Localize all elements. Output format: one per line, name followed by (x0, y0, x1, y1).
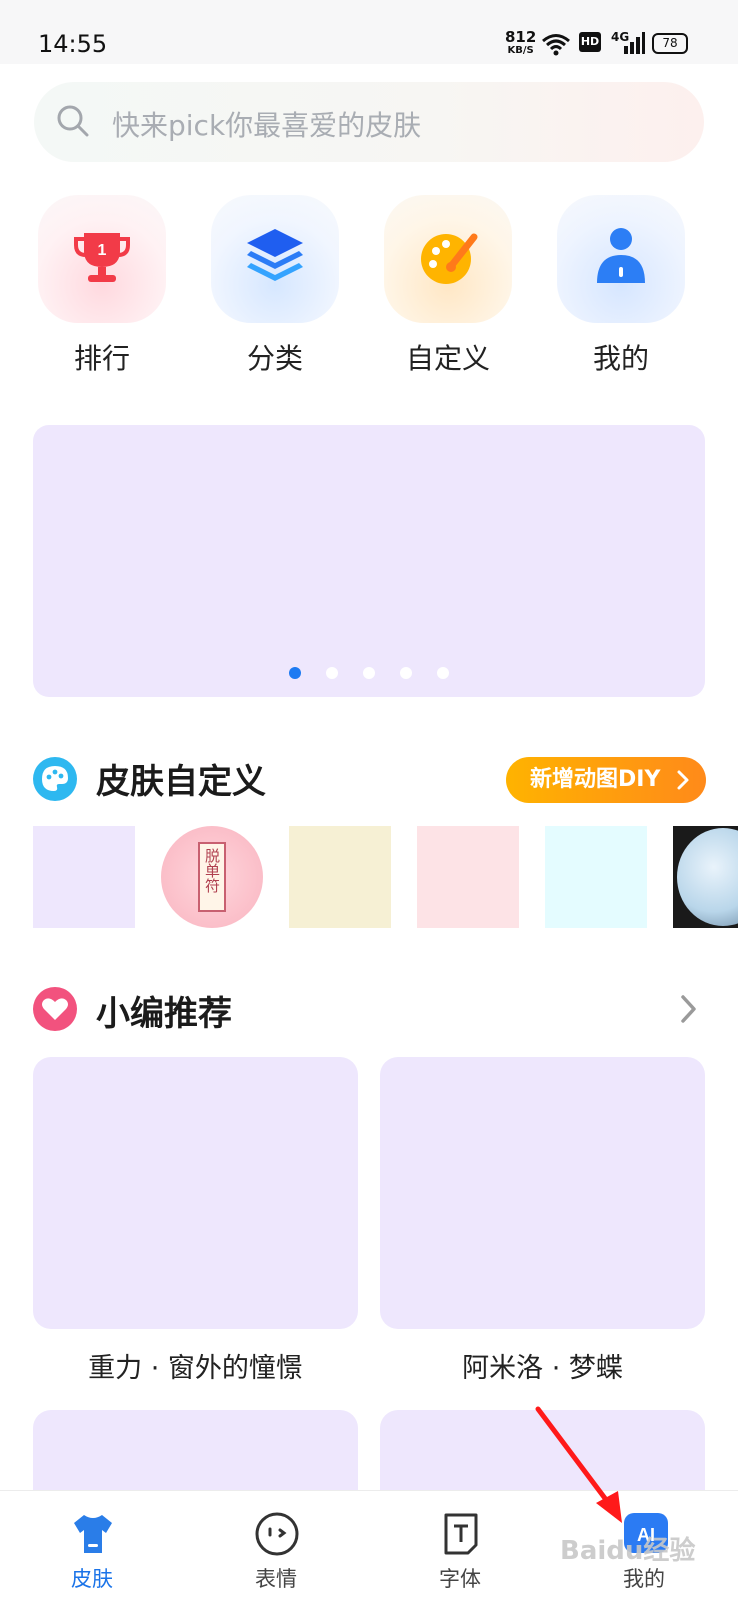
person-icon (597, 228, 645, 283)
font-icon (444, 1513, 478, 1555)
hd-badge: HD (579, 32, 601, 52)
battery-level: 78 (662, 36, 678, 50)
nav-font[interactable]: 字体 (368, 1491, 552, 1601)
nav-emoji[interactable]: 表情 (184, 1491, 368, 1601)
recommend-caption[interactable]: 阿米洛 · 梦蝶 (380, 1346, 705, 1385)
entry-ranking[interactable]: 1 排行 (37, 195, 167, 377)
chevron-right-icon[interactable] (678, 993, 700, 1025)
battery-indicator: 78 (652, 33, 688, 54)
heart-icon (33, 987, 77, 1031)
palette-icon (421, 233, 478, 284)
scroll-charm: 脱单符 (198, 842, 226, 912)
recommend-caption[interactable]: 重力 · 窗外的憧憬 (33, 1346, 358, 1385)
search-icon (57, 105, 89, 137)
ranking-tile: 1 (38, 195, 166, 323)
nav-skin-label: 皮肤 (71, 1567, 113, 1591)
annotation-arrow-icon (535, 1406, 622, 1523)
watermark: Baidu经验 (560, 1536, 696, 1566)
entry-category[interactable]: 分类 (210, 195, 340, 377)
section-title-recommend: 小编推荐 (96, 994, 232, 1034)
wifi-icon (542, 34, 570, 56)
carousel-dot[interactable] (288, 667, 301, 679)
carousel-dot[interactable] (325, 667, 338, 679)
category-label: 分类 (246, 342, 303, 375)
status-time: 14:55 (38, 30, 108, 58)
custom-label: 自定义 (405, 342, 490, 375)
net-speed: 812 KB/S (505, 30, 536, 58)
layers-icon (247, 229, 303, 281)
mine-label: 我的 (592, 342, 649, 375)
custom-tile (384, 195, 512, 323)
skin-thumbnail[interactable] (673, 826, 738, 928)
chevron-right-icon (677, 770, 689, 790)
net-speed-unit: KB/S (507, 45, 534, 56)
add-animated-diy-label: 新增动图DIY (530, 767, 661, 792)
skin-thumbnail[interactable]: 脱单符 (161, 826, 263, 928)
search-placeholder: 快来pick你最喜爱的皮肤 (112, 109, 422, 142)
carousel-indicator (33, 664, 705, 683)
recommend-card[interactable] (33, 1410, 358, 1490)
nav-skin[interactable]: 皮肤 (0, 1491, 184, 1601)
add-animated-diy-button[interactable]: 新增动图DIY (506, 757, 706, 803)
skin-thumbnail[interactable] (33, 826, 135, 928)
mine-tile (557, 195, 685, 323)
skin-thumbnail[interactable] (545, 826, 647, 928)
status-bar: 14:55 812 KB/S HD 4G 78 (0, 0, 738, 64)
trophy-icon: 1 (74, 233, 130, 282)
signal-icon (624, 32, 645, 54)
section-title-diy: 皮肤自定义 (96, 762, 266, 802)
category-tile (211, 195, 339, 323)
palette-section-icon (33, 757, 77, 801)
face-icon (255, 1512, 299, 1556)
banner-carousel[interactable] (33, 425, 705, 697)
carousel-dot[interactable] (363, 667, 375, 679)
nav-font-label: 字体 (439, 1567, 481, 1591)
svg-text:1: 1 (98, 242, 107, 259)
entry-mine[interactable]: 我的 (556, 195, 686, 377)
carousel-dot[interactable] (400, 667, 413, 679)
entry-custom[interactable]: 自定义 (383, 195, 513, 377)
ranking-label: 排行 (73, 342, 130, 375)
anime-avatar-image (677, 828, 738, 926)
nav-mine-label: 我的 (623, 1567, 665, 1591)
recommend-card[interactable] (380, 1057, 705, 1329)
skin-thumbnail[interactable] (417, 826, 519, 928)
carousel-dot[interactable] (437, 667, 450, 679)
skin-thumbnail[interactable] (289, 826, 391, 928)
tshirt-icon (74, 1515, 112, 1553)
search-bar[interactable]: 快来pick你最喜爱的皮肤 (34, 82, 704, 162)
nav-emoji-label: 表情 (255, 1567, 297, 1591)
recommend-card[interactable] (33, 1057, 358, 1329)
charm-text: 脱单符 (203, 848, 221, 893)
